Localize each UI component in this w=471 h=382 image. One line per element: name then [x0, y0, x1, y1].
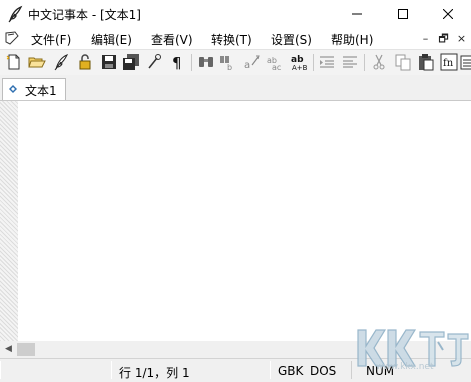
copy-icon[interactable]: [394, 53, 412, 71]
properties-icon[interactable]: [460, 53, 471, 71]
svg-text:¶: ¶: [172, 54, 182, 71]
menu-settings[interactable]: 设置(S): [271, 31, 312, 48]
find-tool-icon[interactable]: [146, 53, 164, 71]
save-icon[interactable]: [100, 53, 118, 71]
scrollbar-thumb[interactable]: [17, 343, 35, 356]
menu-help[interactable]: 帮助(H): [331, 31, 373, 48]
binoculars-icon[interactable]: [197, 53, 215, 71]
svg-text:a: a: [244, 60, 250, 71]
toolbar: ¶ b a ab ac ab A+B fn: [0, 49, 471, 76]
line-ending-label: DOS: [310, 364, 337, 378]
svg-text:fn: fn: [443, 58, 454, 69]
minimize-icon: [352, 13, 362, 15]
close-button[interactable]: [425, 0, 471, 28]
minimize-button[interactable]: [334, 0, 380, 28]
svg-text:A+B: A+B: [292, 64, 308, 71]
mdi-close-button[interactable]: ×: [454, 31, 469, 46]
window-title: 中文记事本 - [文本1]: [28, 8, 141, 22]
app-feather-icon[interactable]: [6, 5, 24, 23]
close-icon: [443, 9, 453, 19]
editor: [0, 101, 471, 341]
encoding-label: GBK: [278, 364, 304, 378]
status-pane-blank: [0, 361, 112, 379]
toolbar-separator: [313, 54, 314, 71]
toolbar-separator: [364, 54, 365, 71]
title-bar: 中文记事本 - [文本1]: [0, 0, 471, 28]
cursor-position: 行 1/1，列 1: [119, 366, 190, 380]
find-replace-icon[interactable]: b: [219, 53, 237, 71]
new-file-icon[interactable]: [5, 53, 23, 71]
menu-bar: 文件(F) 编辑(E) 查看(V) 转换(T) 设置(S) 帮助(H) – 🗗 …: [0, 28, 471, 49]
menu-file[interactable]: 文件(F): [31, 31, 71, 48]
mdi-restore-button[interactable]: 🗗: [436, 31, 451, 46]
outdent-icon[interactable]: [341, 53, 359, 71]
maximize-button[interactable]: [380, 0, 426, 28]
mdi-minimize-button[interactable]: –: [418, 31, 433, 46]
svg-text:ac: ac: [272, 63, 281, 71]
replace-icon[interactable]: a: [243, 53, 261, 71]
menu-edit[interactable]: 编辑(E): [91, 31, 132, 48]
ab-convert-icon[interactable]: ab A+B: [290, 53, 308, 71]
maximize-icon: [398, 9, 408, 19]
editor-gutter: [0, 101, 18, 341]
app-feather-icon[interactable]: [52, 53, 70, 71]
toolbar-separator: [191, 54, 192, 71]
abc-icon[interactable]: abac: [266, 53, 284, 71]
menu-convert[interactable]: 转换(T): [211, 31, 252, 48]
lock-icon[interactable]: [76, 53, 94, 71]
tab-label: 文本1: [25, 84, 57, 98]
watermark-url: www.kkx.net: [376, 362, 434, 372]
svg-text:b: b: [227, 63, 232, 71]
save-all-icon[interactable]: [122, 53, 140, 71]
paste-icon[interactable]: [417, 53, 435, 71]
diamond-icon: [9, 85, 17, 93]
open-folder-icon[interactable]: [28, 53, 46, 71]
cut-icon[interactable]: [370, 53, 388, 71]
indent-icon[interactable]: [318, 53, 336, 71]
document-icon[interactable]: [4, 30, 20, 46]
scroll-left-icon[interactable]: ◀: [0, 341, 17, 358]
tab-strip: 文本1: [0, 75, 471, 101]
tab-document-1[interactable]: 文本1: [2, 78, 66, 100]
pilcrow-icon[interactable]: ¶: [168, 53, 186, 71]
text-editor-area[interactable]: [18, 101, 471, 341]
font-icon[interactable]: fn: [440, 53, 458, 71]
menu-view[interactable]: 查看(V): [151, 31, 193, 48]
